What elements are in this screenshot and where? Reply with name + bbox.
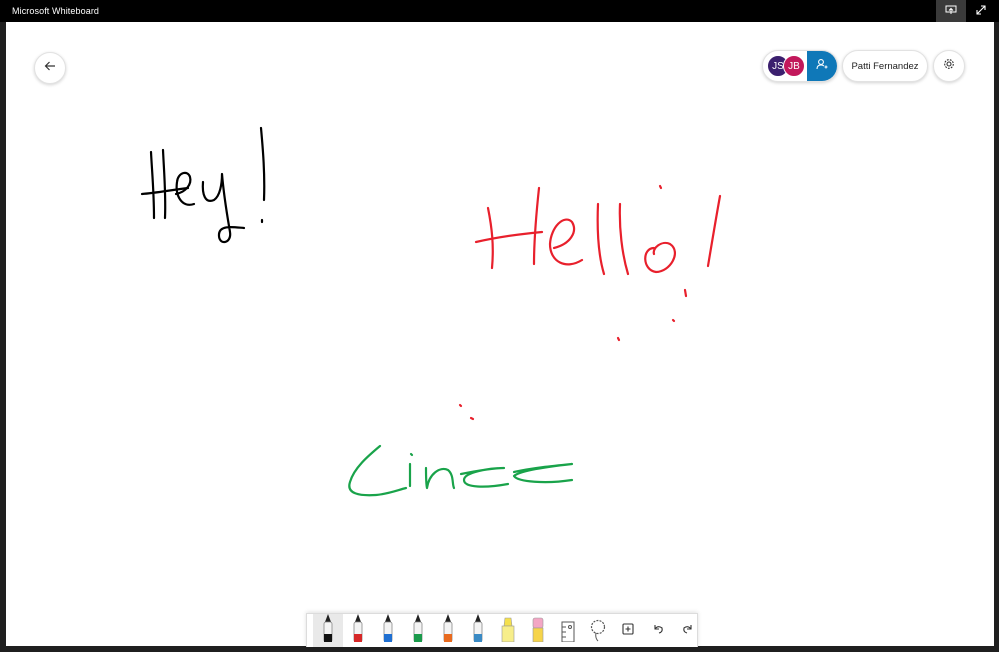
undo-tool[interactable] [643, 614, 673, 647]
share-screen-icon [945, 2, 957, 20]
green-pen-tool[interactable] [403, 614, 433, 647]
fullscreen-button[interactable] [966, 0, 996, 22]
red-pen-tool[interactable] [343, 614, 373, 647]
black-pen-icon [321, 612, 335, 647]
undo-icon [652, 622, 664, 640]
green-pen-icon [411, 612, 425, 647]
add-icon [622, 622, 634, 640]
whiteboard-canvas[interactable]: JS JB Patti Fernandez [6, 22, 994, 647]
redo-tool[interactable] [673, 614, 703, 647]
ink-hey[interactable] [140, 126, 266, 244]
title-bar: Microsoft Whiteboard [0, 0, 999, 22]
ruler-tool[interactable] [553, 614, 583, 647]
red-pen-icon [351, 612, 365, 647]
rainbow-pen-icon [441, 612, 455, 647]
lasso-tool[interactable] [583, 614, 613, 647]
black-pen-tool[interactable] [313, 614, 343, 647]
galaxy-pen-icon [471, 612, 485, 647]
highlighter-tool[interactable] [493, 614, 523, 647]
ink-toolbar [306, 613, 698, 647]
ruler-icon [560, 614, 576, 647]
ink-hello[interactable] [474, 184, 722, 342]
highlighter-icon [500, 614, 516, 647]
rainbow-pen-tool[interactable] [433, 614, 463, 647]
ink-lines[interactable] [348, 403, 574, 497]
share-screen-button[interactable] [936, 0, 966, 22]
eraser-icon [531, 614, 545, 647]
add-tool[interactable] [613, 614, 643, 647]
blue-pen-icon [381, 612, 395, 647]
eraser-tool[interactable] [523, 614, 553, 647]
fullscreen-icon [976, 2, 986, 20]
window-title: Microsoft Whiteboard [12, 6, 100, 16]
redo-icon [682, 622, 694, 640]
lasso-icon [589, 616, 607, 647]
galaxy-pen-tool[interactable] [463, 614, 493, 647]
ink-layer [140, 126, 722, 497]
blue-pen-tool[interactable] [373, 614, 403, 647]
